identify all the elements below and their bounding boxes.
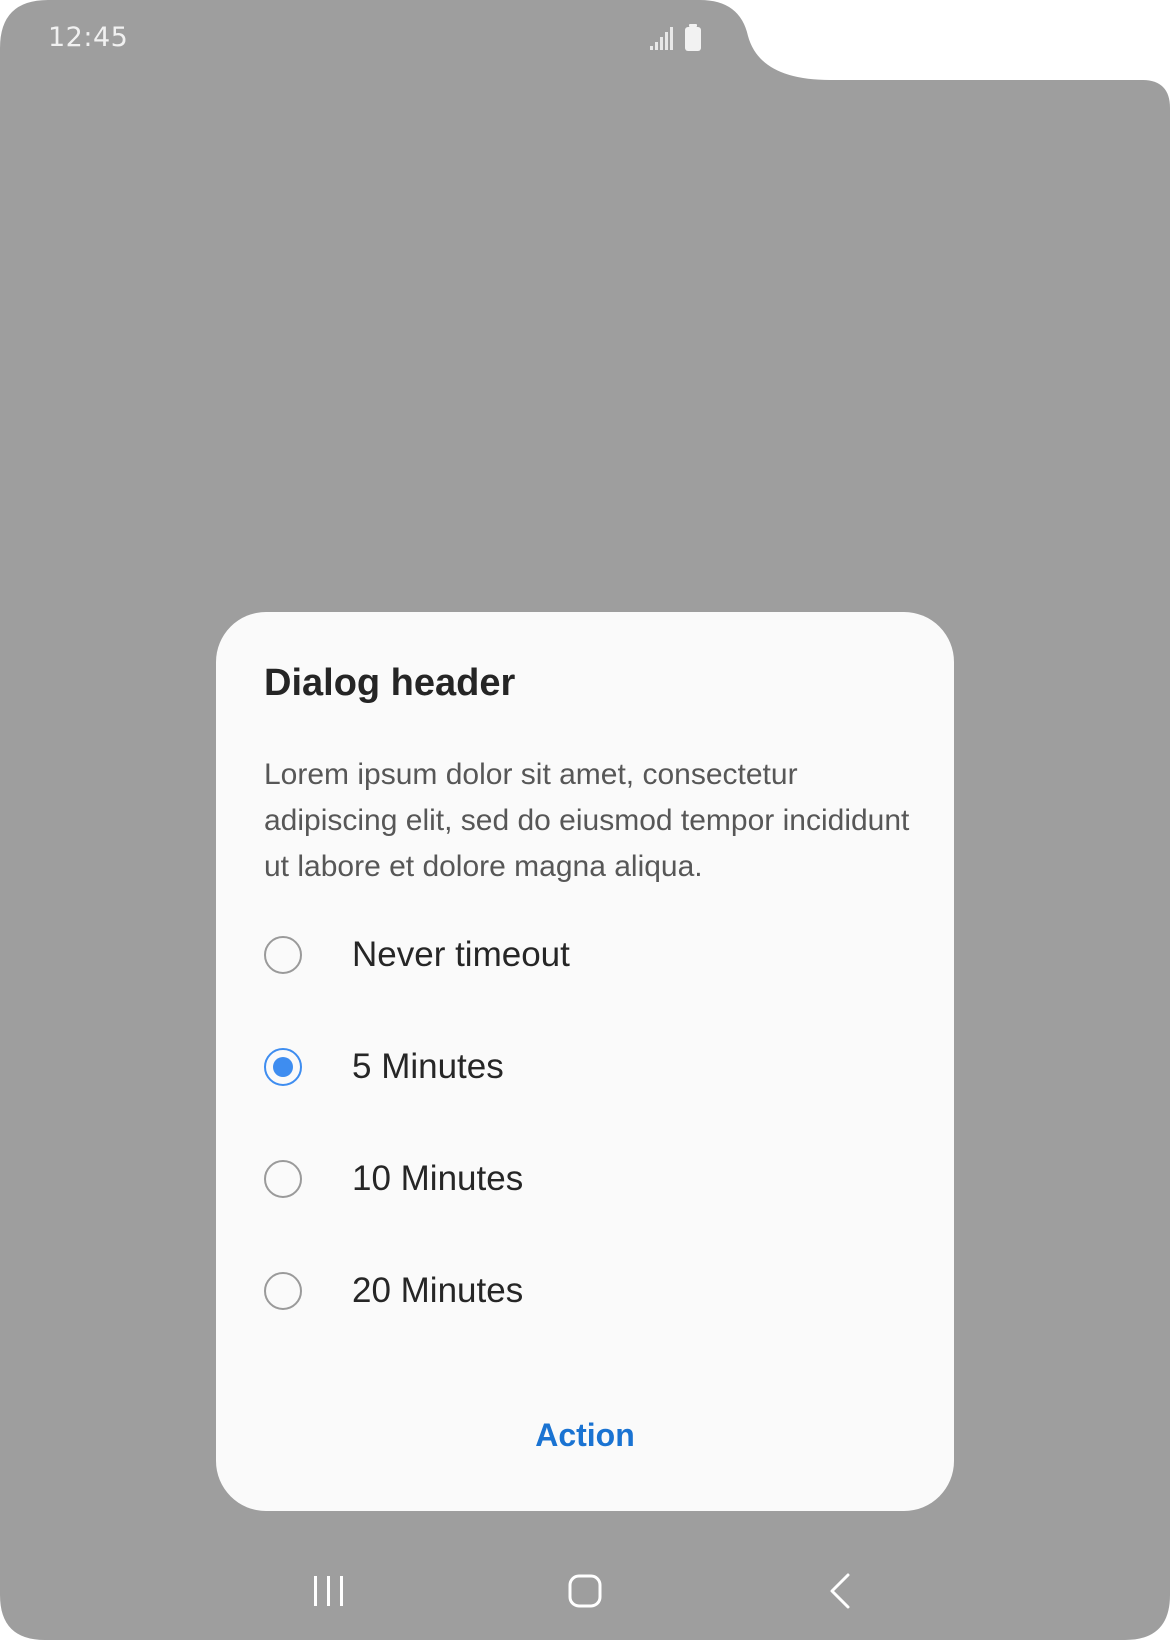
radio-button-unchecked[interactable] [264,936,302,974]
device-screen: 12:45 Dialog header Lorem ipsum dolor si… [0,0,1170,1640]
back-icon [830,1573,850,1609]
dialog-title: Dialog header [264,662,516,704]
timeout-dialog: Dialog header Lorem ipsum dolor sit amet… [216,612,954,1511]
status-time: 12:45 [48,22,129,53]
option-20-minutes[interactable]: 20 Minutes [264,1253,914,1333]
radio-selected-dot [273,1057,293,1077]
option-label: Never timeout [352,935,570,974]
radio-button-unchecked[interactable] [264,1272,302,1310]
radio-button-unchecked[interactable] [264,1160,302,1198]
option-never-timeout[interactable]: Never timeout [264,917,914,997]
home-icon [568,1574,602,1608]
option-label: 20 Minutes [352,1271,524,1310]
option-5-minutes[interactable]: 5 Minutes [264,1029,914,1109]
dialog-message: Lorem ipsum dolor sit amet, consectetur … [264,758,910,883]
signal-icon [650,27,673,50]
option-label: 5 Minutes [352,1047,504,1086]
option-10-minutes[interactable]: 10 Minutes [264,1141,914,1221]
recents-icon [314,1576,343,1606]
battery-icon [685,24,701,51]
back-button[interactable] [810,1566,870,1616]
home-button[interactable] [555,1566,615,1616]
recents-button[interactable] [299,1566,359,1616]
radio-button-checked[interactable] [264,1048,302,1086]
status-icons [649,24,703,56]
action-button[interactable]: Action [485,1405,685,1465]
option-label: 10 Minutes [352,1159,524,1198]
